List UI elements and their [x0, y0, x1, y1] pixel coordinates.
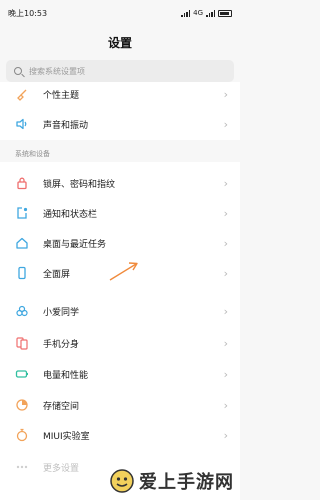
notification-icon	[15, 206, 29, 220]
watermark-logo: 爱上手游网	[109, 468, 234, 494]
settings-list: 个性主题 › 声音和振动 › 系统和设备 锁屏、密码和指纹 › 通知和状态栏 ›…	[0, 82, 240, 500]
flask-icon	[15, 428, 29, 442]
chevron-right-icon: ›	[223, 176, 228, 190]
settings-item-notifications[interactable]: 通知和状态栏 ›	[0, 198, 240, 228]
settings-item-label: 更多设置	[43, 463, 80, 474]
settings-item-label: 手机分身	[43, 339, 80, 350]
chevron-right-icon: ›	[223, 367, 228, 381]
battery-icon	[15, 367, 29, 381]
settings-item-label: 通知和状态栏	[43, 209, 98, 220]
search-placeholder: 搜索系统设置项	[29, 66, 85, 76]
settings-item-label: MIUI实验室	[43, 431, 90, 442]
speaker-icon	[15, 117, 29, 131]
settings-item-miui-lab[interactable]: MIUI实验室 ›	[0, 420, 240, 450]
chevron-right-icon: ›	[223, 266, 228, 280]
settings-item-lockscreen[interactable]: 锁屏、密码和指纹 ›	[0, 168, 240, 198]
chevron-right-icon: ›	[223, 336, 228, 350]
dual-phone-icon	[15, 336, 29, 350]
settings-item-label: 电量和性能	[43, 370, 89, 381]
settings-item-battery[interactable]: 电量和性能 ›	[0, 359, 240, 389]
settings-item-label: 个性主题	[43, 90, 80, 101]
chevron-right-icon: ›	[223, 206, 228, 220]
chevron-right-icon: ›	[223, 428, 228, 442]
settings-item-label: 锁屏、密码和指纹	[43, 179, 116, 190]
settings-item-label: 存储空间	[43, 401, 80, 412]
brush-icon	[15, 87, 29, 101]
settings-item-assistant[interactable]: 小爱同学 ›	[0, 296, 240, 326]
watermark-text: 爱上手游网	[139, 472, 234, 493]
status-bar: 晚上10:53 4G	[0, 0, 240, 26]
battery-status-icon	[218, 9, 232, 17]
chevron-right-icon: ›	[223, 87, 228, 101]
assistant-icon	[15, 304, 29, 318]
home-icon	[15, 236, 29, 250]
settings-item-label: 小爱同学	[43, 307, 80, 318]
network-type: 4G	[193, 9, 203, 17]
page-title: 设置	[107, 36, 132, 50]
status-indicators: 4G	[181, 9, 232, 17]
settings-item-label: 桌面与最近任务	[43, 239, 107, 250]
search-input[interactable]: 搜索系统设置项	[6, 60, 234, 82]
settings-item-storage[interactable]: 存储空间 ›	[0, 390, 240, 420]
storage-pie-icon	[15, 398, 29, 412]
settings-item-desktop[interactable]: 桌面与最近任务 ›	[0, 228, 240, 258]
status-time: 晚上10:53	[8, 8, 48, 18]
signal-icon-2	[206, 9, 215, 17]
chevron-right-icon: ›	[223, 304, 228, 318]
chevron-right-icon: ›	[223, 398, 228, 412]
phone-icon	[15, 266, 29, 280]
settings-item-theme[interactable]: 个性主题 ›	[0, 82, 240, 109]
settings-item-label: 全面屏	[43, 269, 71, 280]
chevron-right-icon: ›	[223, 117, 228, 131]
settings-item-dual-apps[interactable]: 手机分身 ›	[0, 328, 240, 358]
section-header: 系统和设备	[0, 140, 240, 162]
settings-item-sound[interactable]: 声音和振动 ›	[0, 109, 240, 139]
pointer-arrow-annotation	[109, 262, 138, 281]
settings-item-label: 声音和振动	[43, 120, 89, 131]
lock-icon	[15, 176, 29, 190]
chevron-right-icon: ›	[223, 236, 228, 250]
more-dots-icon	[15, 460, 29, 474]
signal-icon	[181, 9, 191, 17]
search-icon	[14, 67, 22, 75]
watermark-emblem-icon	[110, 469, 134, 493]
